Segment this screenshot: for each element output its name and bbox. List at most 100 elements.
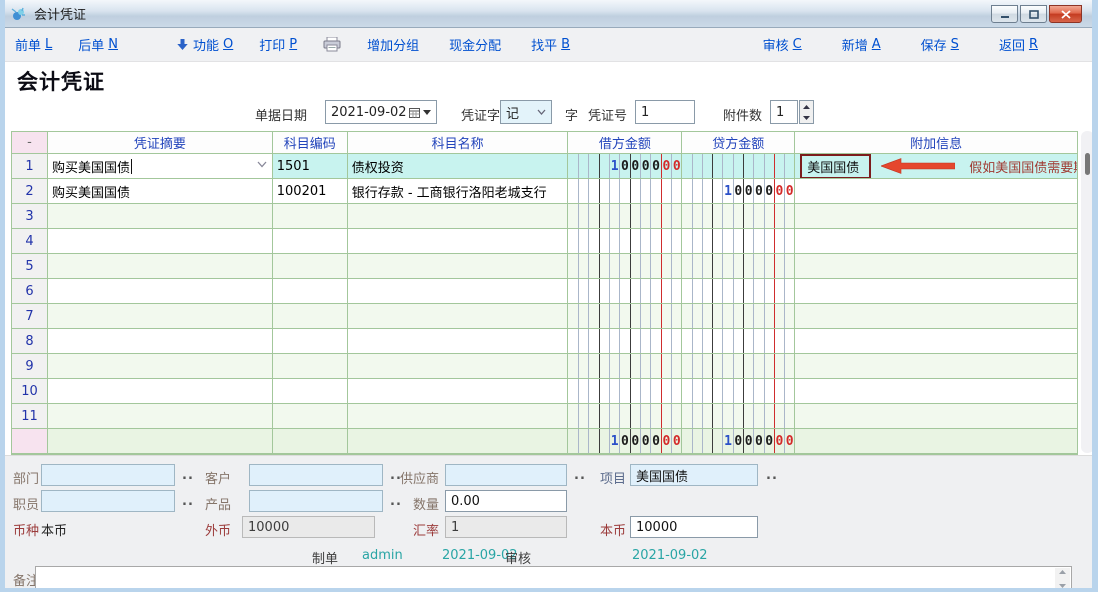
credit-cell[interactable]: 1000000: [682, 179, 795, 204]
summary-cell[interactable]: [48, 354, 273, 379]
toolbar-return-button[interactable]: 返回R: [999, 35, 1038, 54]
info-cell[interactable]: 美国国债 假如美国国债需要期末调汇: [795, 154, 1078, 179]
voucher-word-select[interactable]: 记: [500, 100, 552, 124]
code-cell[interactable]: [273, 204, 348, 229]
credit-cell[interactable]: [682, 354, 795, 379]
credit-cell[interactable]: [682, 329, 795, 354]
row-number[interactable]: 6: [12, 279, 48, 304]
summary-cell[interactable]: 购买美国国债: [48, 179, 273, 204]
row-number[interactable]: 1: [12, 154, 48, 179]
minimize-button[interactable]: [991, 5, 1018, 23]
row-number[interactable]: 3: [12, 204, 48, 229]
name-cell[interactable]: 银行存款 - 工商银行洛阳老城支行: [348, 179, 569, 204]
debit-cell[interactable]: [568, 404, 682, 429]
credit-cell[interactable]: [682, 304, 795, 329]
row-number[interactable]: 2: [12, 179, 48, 204]
code-cell[interactable]: [273, 354, 348, 379]
name-cell[interactable]: [348, 279, 569, 304]
code-cell[interactable]: [273, 229, 348, 254]
local-currency-input[interactable]: 10000: [630, 516, 758, 538]
customer-input[interactable]: [249, 464, 383, 486]
chevron-down-icon[interactable]: [257, 161, 267, 168]
debit-cell[interactable]: [568, 279, 682, 304]
toolbar-cash-alloc-button[interactable]: 现金分配: [449, 35, 505, 54]
attachment-spinner[interactable]: [799, 100, 814, 124]
toolbar-prev-button[interactable]: 前单L: [15, 35, 52, 54]
row-number[interactable]: 5: [12, 254, 48, 279]
summary-cell[interactable]: [48, 254, 273, 279]
info-cell[interactable]: [795, 279, 1078, 304]
row-number[interactable]: 10: [12, 379, 48, 404]
summary-cell[interactable]: [48, 304, 273, 329]
toolbar-audit-button[interactable]: 审核C: [763, 35, 802, 54]
project-input[interactable]: 美国国债: [630, 464, 758, 486]
info-cell[interactable]: [795, 354, 1078, 379]
grid-vertical-scrollbar[interactable]: [1081, 131, 1094, 453]
name-cell[interactable]: [348, 204, 569, 229]
toolbar-add-group-button[interactable]: 增加分组: [367, 35, 423, 54]
toolbar-save-button[interactable]: 保存S: [921, 35, 959, 54]
toolbar-new-button[interactable]: 新增A: [842, 35, 881, 54]
name-cell[interactable]: [348, 304, 569, 329]
info-cell[interactable]: [795, 404, 1078, 429]
supplier-browse-button[interactable]: ..: [574, 468, 586, 483]
debit-cell[interactable]: [568, 229, 682, 254]
row-number[interactable]: 9: [12, 354, 48, 379]
maximize-button[interactable]: [1020, 5, 1047, 23]
scrollbar-thumb[interactable]: [1085, 153, 1090, 175]
note-scrollbar[interactable]: [1055, 568, 1070, 590]
name-cell[interactable]: [348, 404, 569, 429]
credit-cell[interactable]: [682, 379, 795, 404]
name-cell[interactable]: 债权投资: [348, 154, 569, 179]
summary-cell[interactable]: [48, 329, 273, 354]
row-number[interactable]: 7: [12, 304, 48, 329]
row-number[interactable]: 4: [12, 229, 48, 254]
product-browse-button[interactable]: ..: [390, 494, 402, 509]
code-cell[interactable]: [273, 379, 348, 404]
summary-cell[interactable]: [48, 379, 273, 404]
name-cell[interactable]: [348, 254, 569, 279]
row-number[interactable]: 11: [12, 404, 48, 429]
code-cell[interactable]: [273, 279, 348, 304]
qty-input[interactable]: 0.00: [445, 490, 567, 512]
info-cell[interactable]: [795, 329, 1078, 354]
credit-cell[interactable]: [682, 229, 795, 254]
toolbar-function-button[interactable]: 功能O: [176, 35, 233, 54]
debit-cell[interactable]: [568, 379, 682, 404]
debit-cell[interactable]: [568, 354, 682, 379]
info-cell[interactable]: [795, 304, 1078, 329]
product-input[interactable]: [249, 490, 383, 512]
voucher-number-input[interactable]: 1: [635, 100, 695, 124]
info-cell[interactable]: [795, 179, 1078, 204]
code-cell[interactable]: [273, 329, 348, 354]
dept-input[interactable]: [41, 464, 175, 486]
project-browse-button[interactable]: ..: [766, 468, 778, 483]
credit-cell[interactable]: [682, 154, 795, 179]
dept-browse-button[interactable]: ..: [182, 468, 194, 483]
date-input[interactable]: 2021-09-02: [325, 100, 437, 124]
toolbar-next-button[interactable]: 后单N: [78, 35, 118, 54]
summary-cell-edit[interactable]: 购买美国国债: [48, 154, 273, 179]
credit-cell[interactable]: [682, 254, 795, 279]
attachment-input[interactable]: 1: [770, 100, 798, 124]
name-cell[interactable]: [348, 354, 569, 379]
info-cell[interactable]: [795, 254, 1078, 279]
debit-cell[interactable]: [568, 179, 682, 204]
toolbar-printer-icon-button[interactable]: [323, 37, 341, 52]
info-cell[interactable]: [795, 229, 1078, 254]
debit-cell[interactable]: [568, 329, 682, 354]
code-cell[interactable]: [273, 304, 348, 329]
supplier-input[interactable]: [445, 464, 567, 486]
code-cell[interactable]: [273, 254, 348, 279]
credit-cell[interactable]: [682, 404, 795, 429]
summary-cell[interactable]: [48, 204, 273, 229]
summary-cell[interactable]: [48, 279, 273, 304]
info-value-box[interactable]: 美国国债: [800, 154, 871, 179]
toolbar-balance-button[interactable]: 找平B: [531, 35, 570, 54]
code-cell[interactable]: [273, 404, 348, 429]
name-cell[interactable]: [348, 229, 569, 254]
credit-cell[interactable]: [682, 204, 795, 229]
info-cell[interactable]: [795, 379, 1078, 404]
summary-cell[interactable]: [48, 229, 273, 254]
code-cell[interactable]: 1501: [273, 154, 348, 179]
